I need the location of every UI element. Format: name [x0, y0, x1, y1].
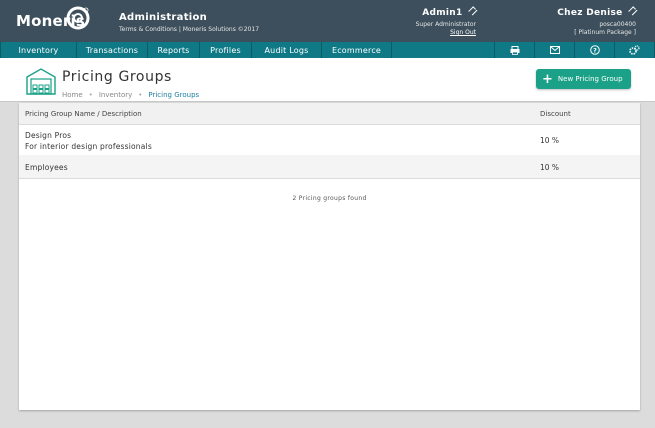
column-header-discount[interactable]: Discount: [540, 110, 571, 118]
nav-reports[interactable]: Reports: [148, 42, 200, 58]
nav-ecommerce[interactable]: Ecommerce: [322, 42, 392, 58]
breadcrumb: Home • Inventory • Pricing Groups: [62, 91, 199, 99]
mail-icon[interactable]: [535, 42, 575, 58]
table-row[interactable]: Design Pros For interior design professi…: [19, 125, 640, 155]
column-header-name[interactable]: Pricing Group Name / Description: [25, 110, 142, 118]
main-nav: Inventory Transactions Reports Profiles …: [0, 42, 655, 58]
page-title: Pricing Groups: [62, 69, 172, 85]
store-name: Chez Denise: [557, 8, 623, 18]
sign-out-link[interactable]: Sign Out: [396, 29, 476, 36]
new-pricing-group-button[interactable]: + New Pricing Group: [536, 69, 631, 89]
nav-audit-logs[interactable]: Audit Logs: [252, 42, 322, 58]
app-title: Administration: [119, 12, 208, 23]
top-header: Moneris Administration Terms & Condition…: [0, 0, 655, 42]
page-header: Pricing Groups Home • Inventory • Pricin…: [0, 58, 655, 102]
terms-link[interactable]: Terms & Conditions | Moneris Solutions ©…: [119, 26, 259, 33]
plus-icon: +: [542, 71, 553, 87]
nav-transactions[interactable]: Transactions: [77, 42, 148, 58]
edit-user-pencil-icon[interactable]: [467, 5, 478, 16]
edit-store-pencil-icon[interactable]: [627, 5, 638, 16]
help-icon[interactable]: ?: [575, 42, 615, 58]
group-name: Employees: [25, 163, 68, 172]
breadcrumb-separator: •: [88, 91, 93, 99]
group-discount: 10 %: [540, 163, 560, 172]
warehouse-icon: [26, 68, 56, 95]
group-discount: 10 %: [540, 136, 560, 145]
results-count: 2 Pricing groups found: [292, 195, 367, 202]
user-role: Super Administrator: [415, 21, 476, 28]
user-info: Admin1 Super Administrator Sign Out: [396, 5, 478, 36]
group-name: Design Pros: [25, 131, 72, 140]
store-id: posca00400: [599, 21, 636, 28]
breadcrumb-current: Pricing Groups: [148, 91, 200, 99]
moneris-logo-mark-icon: [66, 6, 90, 30]
printer-icon[interactable]: [495, 42, 535, 58]
moneris-logo[interactable]: Moneris: [16, 6, 90, 34]
table-row[interactable]: Employees 10 %: [19, 155, 640, 179]
store-info: Chez Denise posca00400 [ Platinum Packag…: [540, 5, 638, 36]
username: Admin1: [422, 8, 463, 18]
pricing-groups-card: Pricing Group Name / Description Discoun…: [19, 103, 640, 410]
new-pricing-group-label: New Pricing Group: [557, 75, 623, 83]
table-header: Pricing Group Name / Description Discoun…: [19, 103, 640, 125]
nav-inventory[interactable]: Inventory: [0, 42, 77, 58]
nav-profiles[interactable]: Profiles: [200, 42, 252, 58]
svg-text:?: ?: [593, 46, 597, 54]
nav-spacer: [392, 42, 495, 58]
breadcrumb-separator: •: [138, 91, 143, 99]
store-package: [ Platinum Package ]: [574, 29, 636, 36]
group-description: For interior design professionals: [25, 142, 152, 151]
breadcrumb-home[interactable]: Home: [62, 91, 83, 99]
breadcrumb-inventory[interactable]: Inventory: [99, 91, 132, 99]
settings-icon[interactable]: [615, 42, 655, 58]
